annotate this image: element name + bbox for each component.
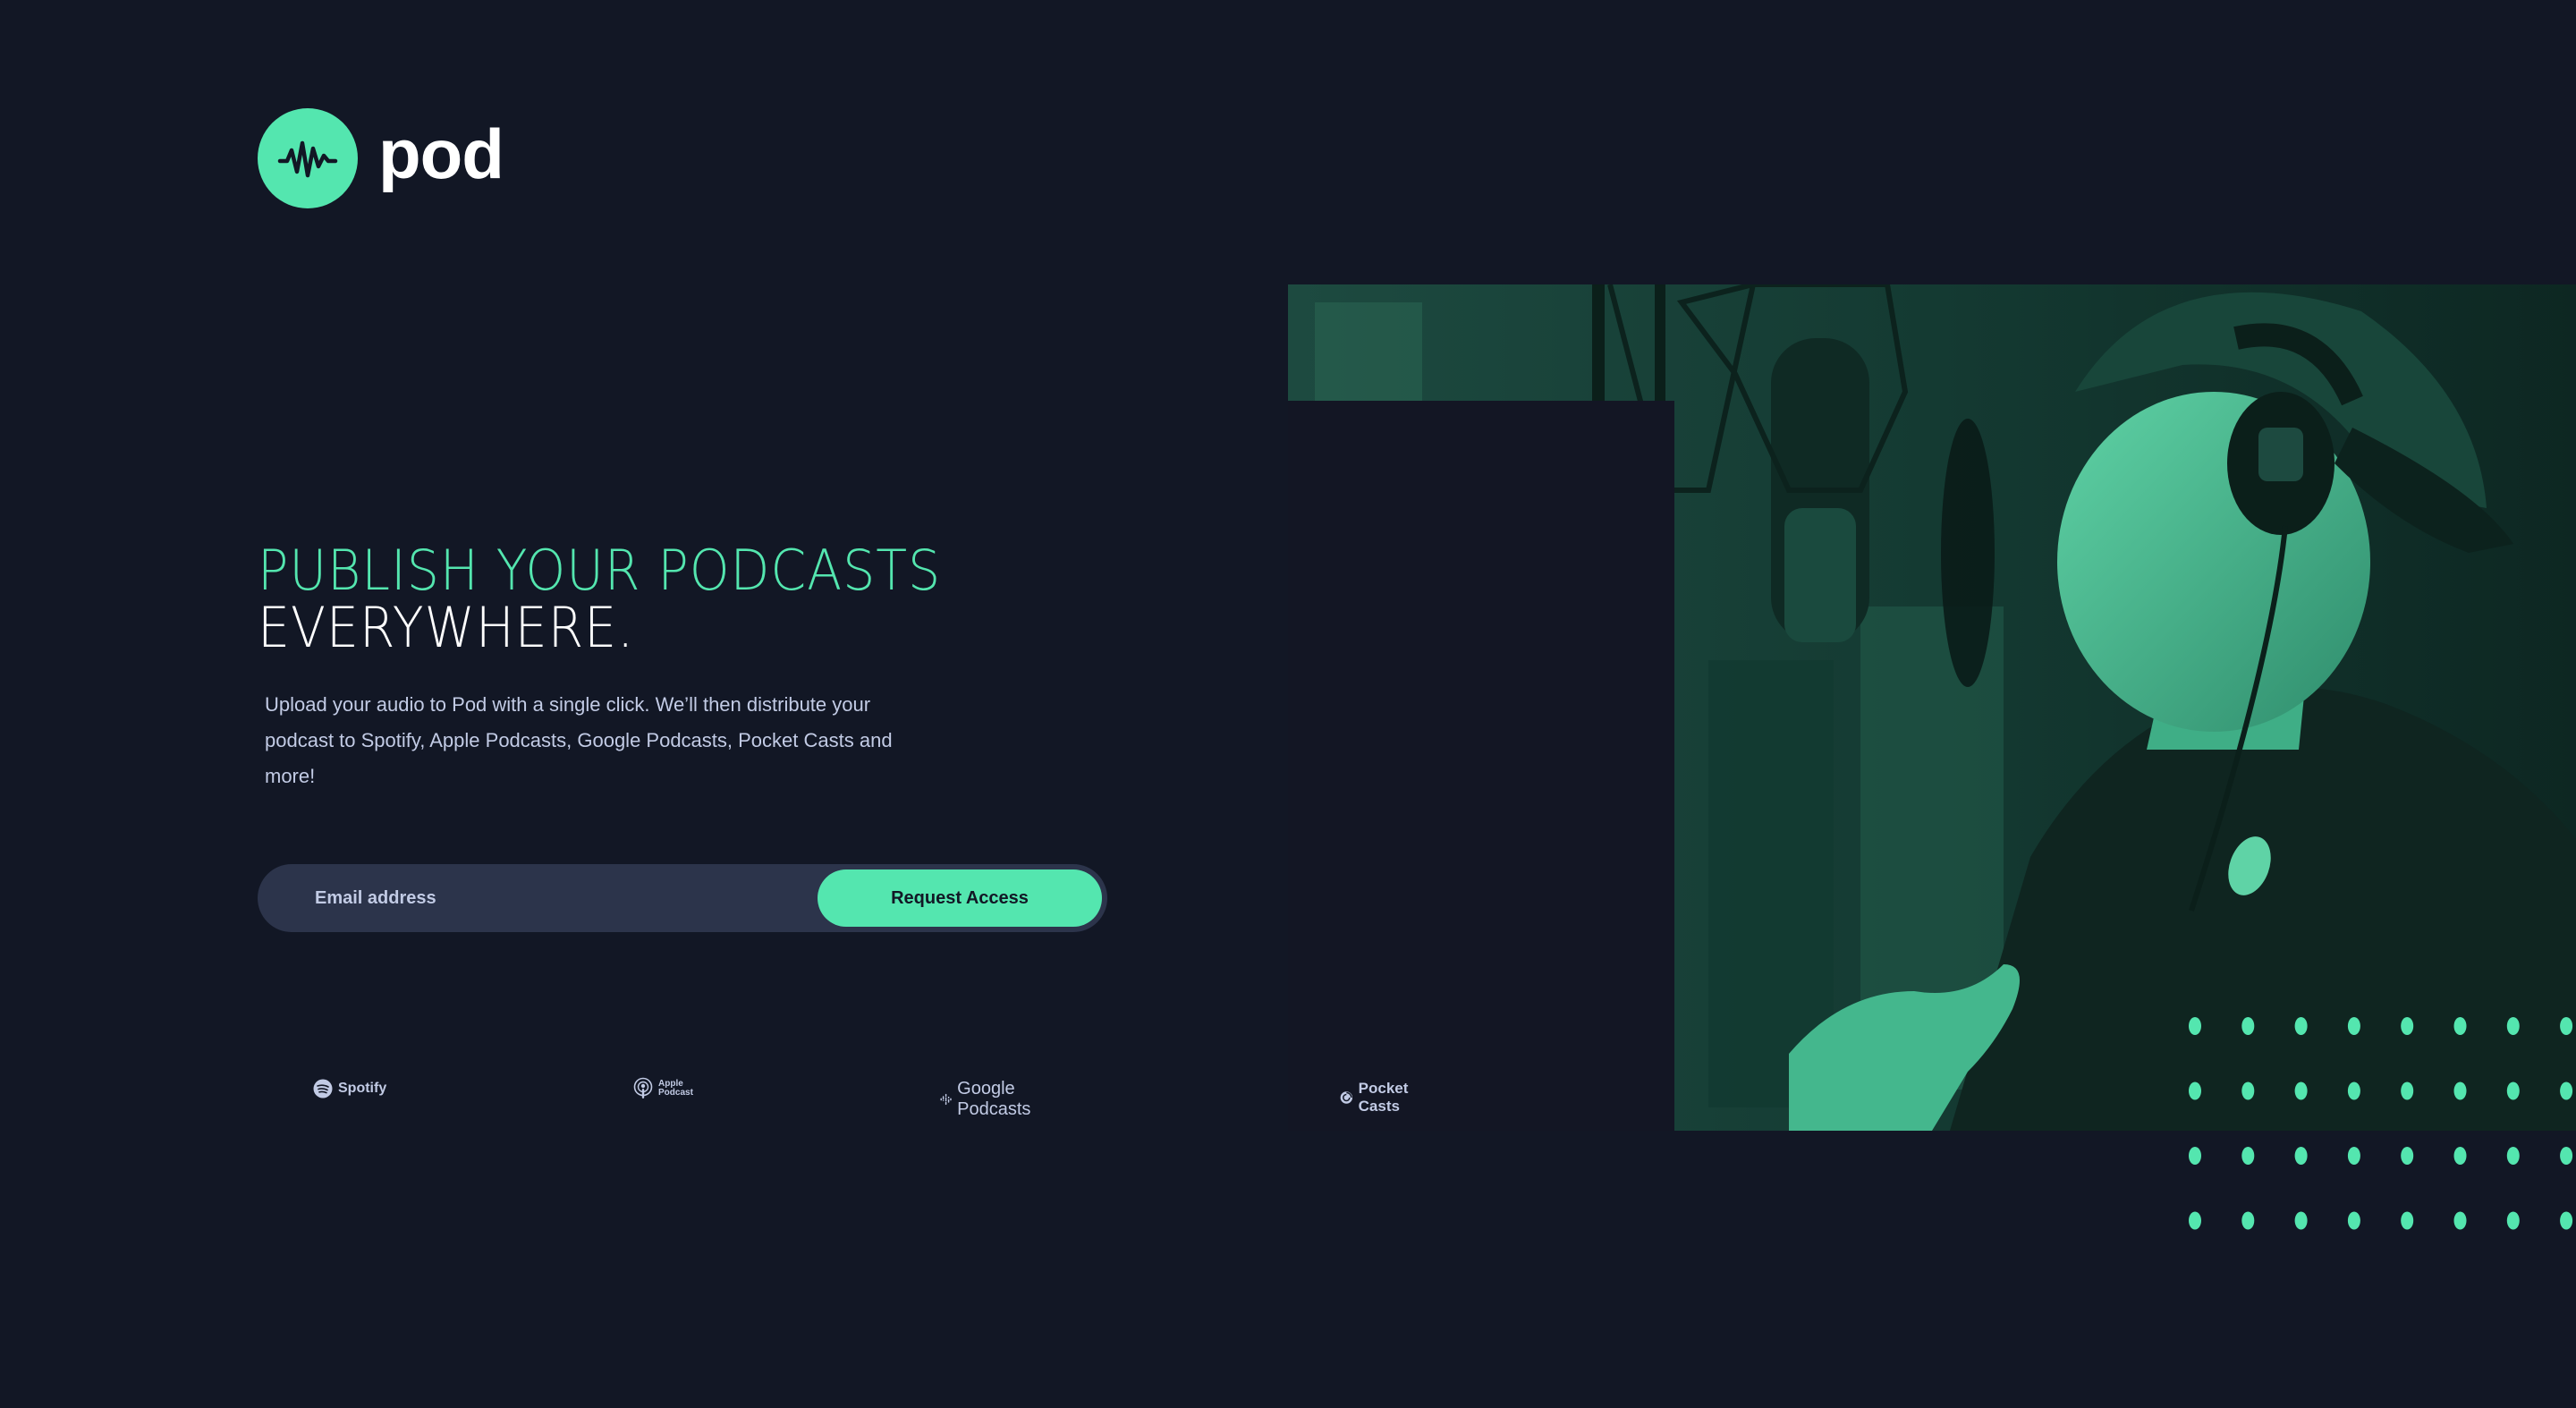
decorative-dot <box>2506 1017 2520 1035</box>
request-access-button[interactable]: Request Access <box>818 869 1102 927</box>
platform-pocket-casts: Pocket Casts <box>1340 1080 1417 1115</box>
dot-pattern <box>2189 1017 2573 1230</box>
decorative-dot <box>2347 1147 2360 1165</box>
spotify-icon <box>313 1079 333 1098</box>
decorative-dot <box>2189 1147 2201 1165</box>
decorative-dot <box>2241 1211 2255 1230</box>
decorative-dot <box>2506 1211 2520 1230</box>
title-line-2: EVERYWHERE. <box>258 595 635 660</box>
decorative-dot <box>2506 1081 2520 1100</box>
hero-image-cutout <box>1288 401 1674 1131</box>
decorative-dot <box>2347 1081 2360 1100</box>
decorative-dot <box>2401 1081 2414 1100</box>
request-access-form: Request Access <box>258 864 1107 932</box>
decorative-dot <box>2560 1081 2573 1100</box>
decorative-dot <box>2401 1147 2414 1165</box>
hero-description: Upload your audio to Pod with a single c… <box>265 693 893 787</box>
decorative-dot <box>2560 1017 2573 1035</box>
apple-podcasts-icon <box>633 1077 653 1098</box>
decorative-dot <box>2294 1081 2308 1100</box>
decorative-dot <box>2241 1017 2255 1035</box>
decorative-dot <box>2453 1017 2467 1035</box>
decorative-dot <box>2560 1147 2573 1165</box>
decorative-dot <box>2189 1211 2201 1230</box>
decorative-dot <box>2453 1081 2467 1100</box>
decorative-dot <box>2347 1211 2360 1230</box>
decorative-dot <box>2189 1081 2201 1100</box>
decorative-dot <box>2241 1081 2255 1100</box>
title-line-1: PUBLISH YOUR PODCASTS <box>258 538 942 603</box>
decorative-dot <box>2506 1147 2520 1165</box>
platform-label: Google Podcasts <box>957 1079 1031 1119</box>
soundwave-icon <box>258 108 358 208</box>
decorative-dot <box>2401 1017 2414 1035</box>
landing-page: pod PUBLISH YOUR PODCASTS EVERYWHERE. Up… <box>0 0 2576 1408</box>
platform-apple-podcasts: Apple Podcast <box>633 1077 693 1100</box>
decorative-dot <box>2294 1147 2308 1165</box>
decorative-dot <box>2560 1211 2573 1230</box>
decorative-dot <box>2294 1017 2308 1035</box>
platform-google-podcasts: Google Podcasts <box>940 1079 1038 1120</box>
decorative-dot <box>2189 1017 2201 1035</box>
decorative-dot <box>2453 1147 2467 1165</box>
platform-spotify: Spotify <box>313 1079 386 1098</box>
platform-label-line-2: Podcast <box>658 1088 693 1098</box>
platform-label: Spotify <box>338 1081 387 1096</box>
decorative-dot <box>2241 1147 2255 1165</box>
google-podcasts-icon <box>940 1093 952 1106</box>
decorative-dot <box>2401 1211 2414 1230</box>
pocket-casts-icon <box>1340 1091 1353 1104</box>
decorative-dot <box>2347 1017 2360 1035</box>
page-title: PUBLISH YOUR PODCASTS EVERYWHERE. <box>258 542 1001 657</box>
brand-name: pod <box>378 115 504 193</box>
decorative-dot <box>2453 1211 2467 1230</box>
brand-logo[interactable]: pod <box>258 108 504 208</box>
email-input[interactable] <box>284 875 785 921</box>
platform-label: Pocket Casts <box>1358 1080 1409 1115</box>
decorative-dot <box>2294 1211 2308 1230</box>
